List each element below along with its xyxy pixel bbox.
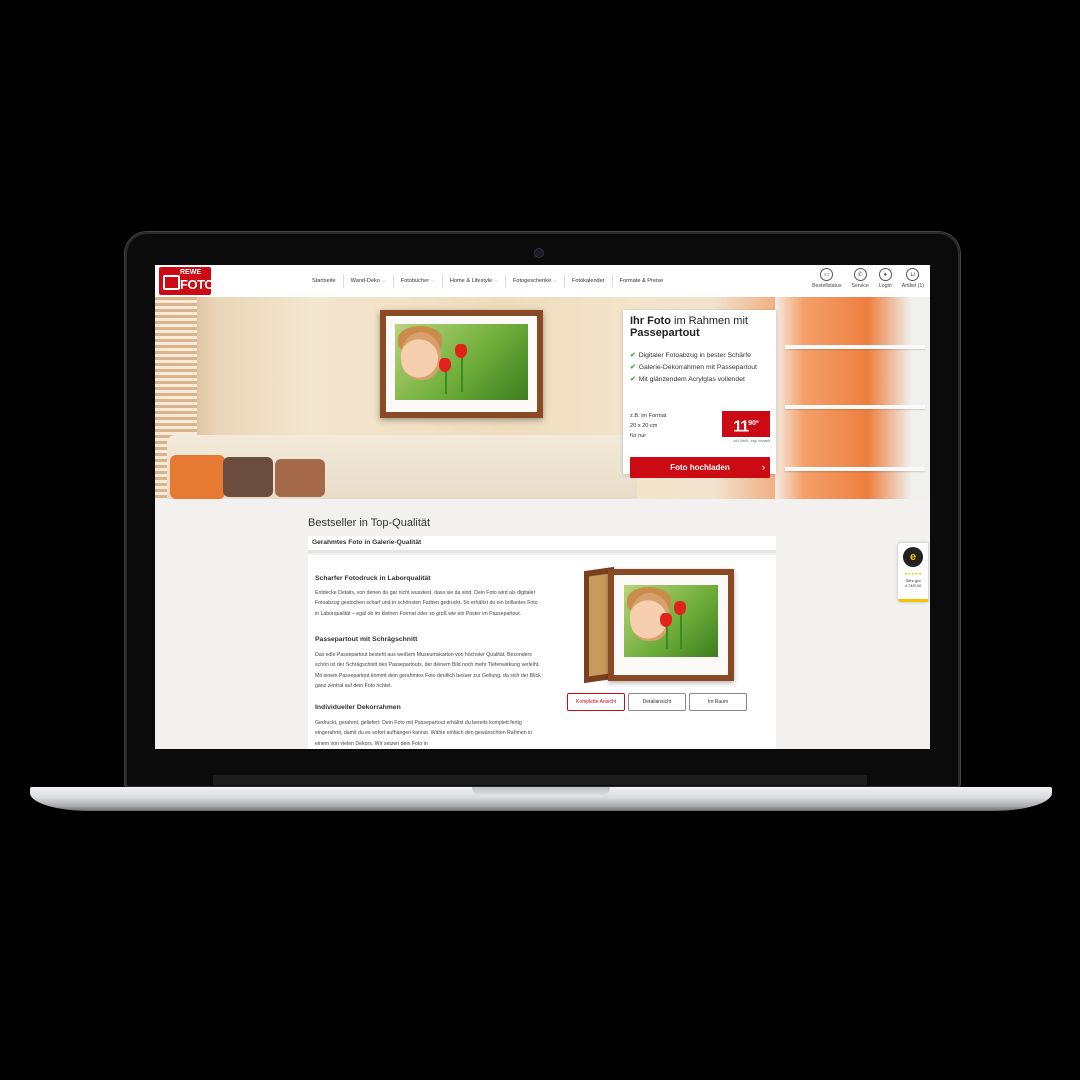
cart-icon: ⊔ — [906, 268, 920, 281]
camera-icon — [535, 249, 543, 257]
bestellstatus-link[interactable]: ▭ Bestellstatus — [812, 268, 841, 289]
pillow — [170, 455, 225, 499]
offer-box: Ihr Foto im Rahmen mit Passepartout ✔ Digi… — [623, 310, 776, 478]
child-with-tulips-photo — [395, 324, 528, 400]
hero-banner: Ihr Foto im Rahmen mit Passepartout ✔ Digi… — [155, 297, 930, 499]
site-header: REWE FOTO Startseite Wand-Deko ⌵ Fotobüch… — [155, 265, 930, 297]
chevron-right-icon: › — [762, 462, 765, 472]
section-title: Bestseller in Top-Qualität — [308, 517, 431, 529]
logo-top-text: REWE — [180, 269, 201, 276]
format-info: z.B. im Format 20 x 20 cm für nur — [630, 413, 667, 439]
nav-label: Formate & Preise — [619, 278, 664, 284]
nav-item-fotobuecher[interactable]: Fotobücher ⌵ — [394, 274, 443, 288]
laptop-notch — [472, 787, 610, 797]
service-link[interactable]: ✆ Service — [851, 268, 869, 289]
camera-logo-icon — [163, 275, 180, 290]
upload-photo-button[interactable]: Foto hochladen › — [630, 457, 770, 478]
feature-item: ✔ Mit glänzendem Acrylglas vollendet — [630, 376, 745, 383]
nav-label: Fotogeschenke — [512, 278, 552, 284]
check-icon: ✔ — [630, 352, 636, 359]
block-heading: Scharfer Fotodruck in Laborqualität — [315, 575, 431, 582]
block-heading: Individueller Dekorrahmen — [315, 704, 401, 711]
truck-icon: ▭ — [820, 268, 834, 281]
view-complete-button[interactable]: Komplette Ansicht — [567, 693, 625, 711]
price-badge: 1190* — [722, 411, 770, 437]
pillow — [223, 457, 273, 497]
utility-nav: ▭ Bestellstatus ✆ Service ● Login ⊔ Artikel … — [812, 268, 924, 289]
trusted-shops-logo: e — [903, 547, 923, 567]
rating-stars: ★★★★★ — [904, 571, 922, 576]
main-nav: Startseite Wand-Deko ⌵ Fotobücher ⌵ Home &… — [305, 265, 670, 297]
nav-item-fotokalender[interactable]: Fotokalender — [565, 274, 613, 288]
nav-label: Wand-Deko — [350, 278, 380, 284]
product-card: Scharfer Fotodruck in Laborqualität Entd… — [308, 555, 776, 749]
laptop-hinge — [213, 775, 867, 785]
login-link[interactable]: ● Login — [878, 268, 892, 289]
shelf — [785, 467, 925, 471]
block-heading: Passepartout mit Schrägschnitt — [315, 636, 418, 643]
pillow — [275, 459, 325, 497]
logo-bottom-text: FOTO — [180, 277, 214, 292]
nav-item-home-lifestyle[interactable]: Home & Lifestyle ⌵ — [443, 274, 506, 288]
tab-gerahmtes-foto[interactable]: Gerahmtes Foto in Galerie-Qualität — [312, 539, 421, 546]
view-detail-button[interactable]: Detailansicht — [628, 693, 686, 711]
check-icon: ✔ — [630, 376, 636, 383]
nav-label: Fotokalender — [571, 278, 605, 284]
logo[interactable]: REWE FOTO — [159, 267, 214, 295]
price-note: inkl. MwSt., zzgl. Versand — [733, 439, 770, 443]
chevron-down-icon: ⌵ — [431, 278, 435, 284]
cart-link[interactable]: ⊔ Artikel (1) — [902, 268, 924, 289]
nav-label: Home & Lifestyle — [449, 278, 493, 284]
framed-photo — [608, 569, 734, 681]
block-text: Entdecke Details, von denen du gar nicht… — [315, 590, 538, 617]
utility-label: Artikel (1) — [901, 283, 924, 289]
hero-framed-photo — [380, 310, 543, 418]
screen: REWE FOTO Startseite Wand-Deko ⌵ Fotobüch… — [155, 265, 930, 749]
chevron-down-icon: ⌵ — [553, 278, 557, 284]
block-text: Gedruckt, gerahmt, geliefert: Dein Foto … — [315, 720, 533, 747]
trusted-shops-badge[interactable]: e ★★★★★ Sehr gut 4.74/5.00 — [898, 543, 928, 602]
nav-item-wand-deko[interactable]: Wand-Deko ⌵ — [344, 274, 394, 288]
utility-label: Login — [878, 283, 892, 289]
product-tab-bar: Gerahmtes Foto in Galerie-Qualität — [308, 536, 776, 553]
nav-item-fotogeschenke[interactable]: Fotogeschenke ⌵ — [506, 274, 565, 288]
nav-item-formate-preise[interactable]: Formate & Preise — [613, 274, 671, 288]
chevron-down-icon: ⌵ — [381, 278, 386, 284]
shelf — [785, 405, 925, 409]
chevron-down-icon: ⌵ — [494, 278, 498, 284]
product-image — [584, 566, 734, 685]
shelf — [785, 345, 925, 349]
rating-label: Sehr gut 4.74/5.00 — [904, 578, 922, 588]
utility-label: Bestellstatus — [812, 283, 842, 289]
nav-label: Fotobücher — [400, 278, 430, 284]
feature-item: ✔ Digitaler Fotoabzug in bester Schärfe — [630, 352, 751, 359]
phone-icon: ✆ — [853, 268, 867, 281]
user-icon: ● — [878, 268, 892, 281]
block-text: Das edle Passepartout besteht aus weißem… — [315, 652, 541, 690]
feature-list: ✔ Digitaler Fotoabzug in bester Schärfe ✔… — [630, 350, 757, 386]
offer-title: Ihr Foto im Rahmen mit Passepartout — [630, 315, 748, 339]
utility-label: Service — [851, 283, 869, 289]
nav-label: Startseite — [312, 278, 336, 284]
check-icon: ✔ — [630, 364, 636, 371]
view-room-button[interactable]: Im Raum — [689, 693, 747, 711]
feature-item: ✔ Galerie-Dekorrahmen mit Passepartout — [630, 364, 757, 371]
nav-item-startseite[interactable]: Startseite — [305, 274, 344, 288]
